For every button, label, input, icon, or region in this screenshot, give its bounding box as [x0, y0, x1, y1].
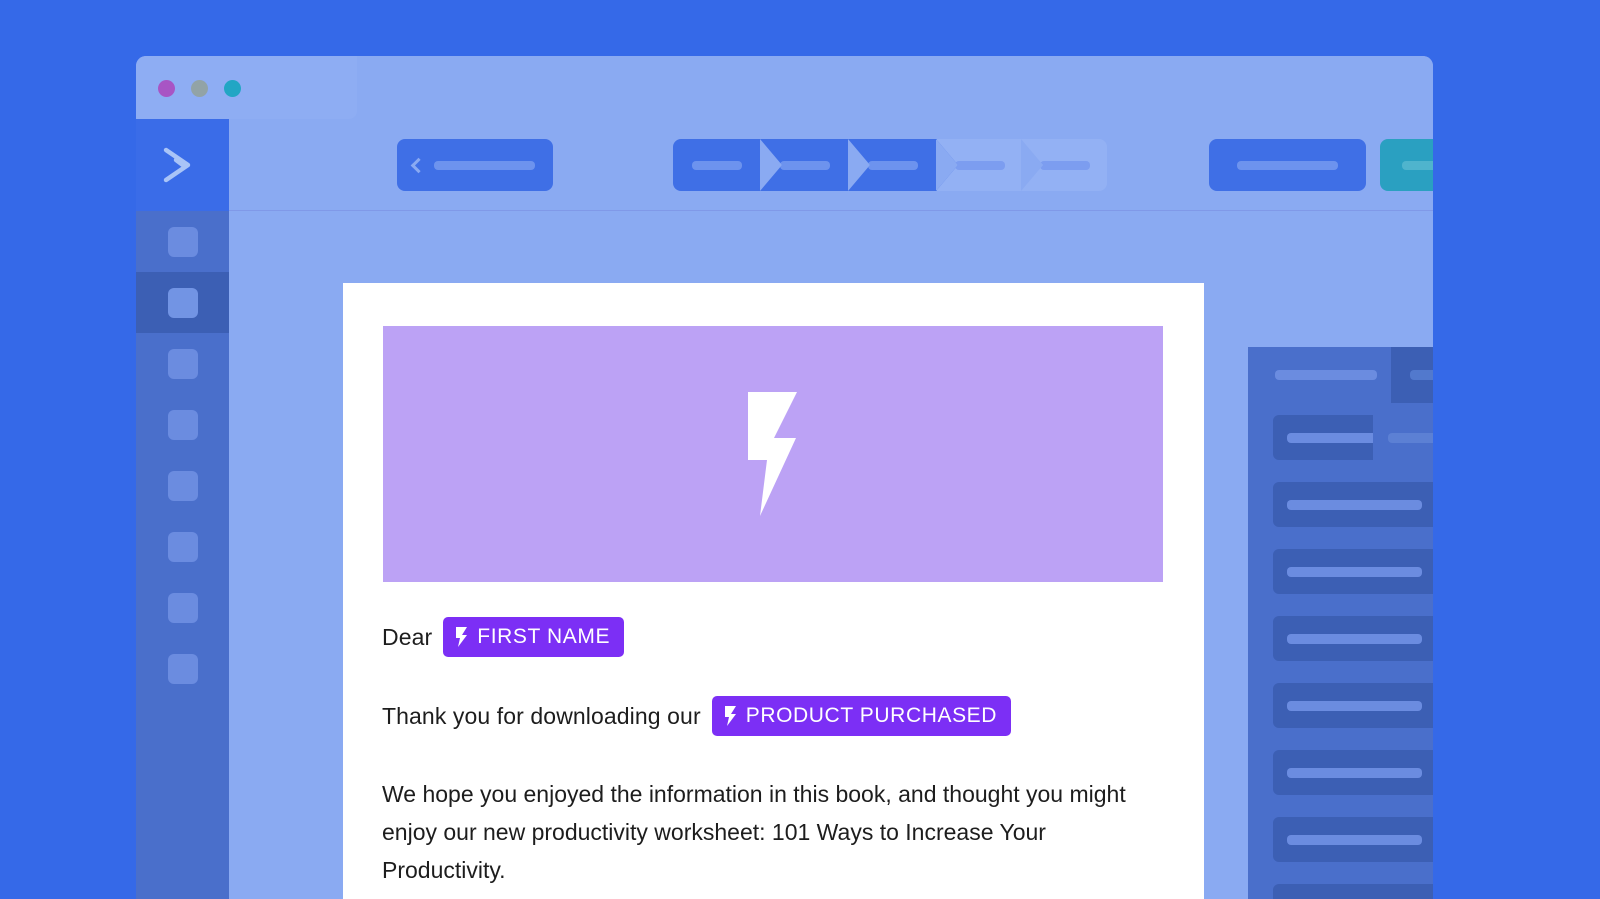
- stepper-step-2[interactable]: [760, 139, 870, 191]
- stepper-step-2-label: [780, 160, 830, 170]
- lightning-bolt-icon: [455, 627, 468, 647]
- lightning-bolt-icon: [744, 392, 802, 516]
- email-hero-image[interactable]: [383, 326, 1163, 582]
- panel-row-6-label: [1287, 767, 1422, 778]
- secondary-action-button[interactable]: [1209, 139, 1366, 191]
- primary-action-button[interactable]: [1380, 139, 1433, 191]
- sidebar-item-4[interactable]: [136, 394, 229, 455]
- panel-tab-content[interactable]: [1248, 347, 1391, 403]
- panel-row-list: [1248, 403, 1433, 899]
- square-placeholder-icon: [167, 287, 198, 318]
- square-placeholder-icon: [167, 653, 198, 684]
- email-thanks-line: Thank you for downloading our PRODUCT PU…: [382, 695, 1172, 737]
- panel-row-5[interactable]: [1273, 683, 1433, 728]
- sidebar-item-list: [136, 211, 229, 699]
- panel-row-6[interactable]: [1273, 750, 1433, 795]
- panel-row-8[interactable]: [1273, 884, 1433, 899]
- square-placeholder-icon: [167, 592, 198, 623]
- panel-tabs: [1248, 347, 1433, 403]
- stepper-step-1-label: [692, 160, 742, 170]
- window-controls: [158, 80, 241, 97]
- sidebar-item-2[interactable]: [136, 272, 229, 333]
- square-placeholder-icon: [167, 226, 198, 257]
- panel-row-4-label: [1287, 633, 1422, 644]
- editor-canvas: Dear FIRST NAME Thank you for downloadin…: [229, 211, 1433, 899]
- panel-tab-styles[interactable]: [1391, 347, 1433, 403]
- merge-tag-first-name[interactable]: FIRST NAME: [443, 617, 625, 657]
- secondary-action-label: [1237, 160, 1338, 170]
- email-body: Dear FIRST NAME Thank you for downloadin…: [382, 616, 1172, 889]
- progress-stepper: [673, 139, 1107, 191]
- panel-row-7-label: [1287, 834, 1422, 845]
- close-button[interactable]: [158, 80, 175, 97]
- panel-tab-content-label: [1275, 370, 1377, 380]
- chevron-left-icon: [410, 157, 427, 173]
- sidebar-item-1[interactable]: [136, 211, 229, 272]
- merge-tag-product-purchased-label: PRODUCT PURCHASED: [745, 704, 998, 727]
- sidebar-item-6[interactable]: [136, 516, 229, 577]
- merge-tag-first-name-label: FIRST NAME: [477, 625, 611, 648]
- greeting-prefix: Dear: [382, 623, 433, 650]
- stepper-step-5[interactable]: [1021, 139, 1107, 191]
- back-button-label: [434, 160, 535, 170]
- window-titlebar: [136, 56, 1433, 119]
- right-properties-panel: [1248, 347, 1433, 899]
- app-logo[interactable]: [136, 119, 229, 211]
- panel-row-1[interactable]: [1273, 415, 1433, 460]
- merge-tag-product-purchased[interactable]: PRODUCT PURCHASED: [711, 696, 1012, 736]
- maximize-button[interactable]: [224, 80, 241, 97]
- square-placeholder-icon: [167, 348, 198, 379]
- panel-row-7[interactable]: [1273, 817, 1433, 862]
- panel-row-2-label: [1287, 499, 1422, 510]
- email-paragraph[interactable]: We hope you enjoyed the information in t…: [382, 775, 1157, 889]
- panel-row-4[interactable]: [1273, 616, 1433, 661]
- email-greeting-line: Dear FIRST NAME: [382, 616, 1172, 658]
- sidebar-item-5[interactable]: [136, 455, 229, 516]
- stepper-step-4[interactable]: [936, 139, 1043, 191]
- panel-row-2[interactable]: [1273, 482, 1433, 527]
- browser-window: Dear FIRST NAME Thank you for downloadin…: [136, 56, 1433, 899]
- sidebar-item-3[interactable]: [136, 333, 229, 394]
- top-toolbar: [229, 119, 1433, 211]
- stepper-step-3[interactable]: [848, 139, 958, 191]
- panel-tab-styles-label: [1410, 370, 1433, 380]
- stepper-step-3-label: [868, 160, 918, 170]
- panel-row-1-secondary[interactable]: [1373, 415, 1433, 460]
- back-button[interactable]: [397, 139, 553, 191]
- email-preview-sheet[interactable]: Dear FIRST NAME Thank you for downloadin…: [343, 283, 1204, 899]
- activecampaign-chevron-logo-icon: [160, 145, 206, 185]
- square-placeholder-icon: [167, 470, 198, 501]
- left-sidebar: [136, 119, 229, 899]
- sidebar-item-7[interactable]: [136, 577, 229, 638]
- thanks-prefix: Thank you for downloading our: [382, 702, 701, 729]
- lightning-bolt-icon: [724, 706, 737, 726]
- square-placeholder-icon: [167, 531, 198, 562]
- primary-action-label: [1402, 160, 1433, 170]
- stepper-step-5-label: [1039, 160, 1090, 170]
- sidebar-item-8[interactable]: [136, 638, 229, 699]
- panel-row-5-label: [1287, 700, 1422, 711]
- panel-row-3-label: [1287, 566, 1422, 577]
- panel-row-1-secondary-label: [1388, 432, 1433, 443]
- panel-row-3[interactable]: [1273, 549, 1433, 594]
- minimize-button[interactable]: [191, 80, 208, 97]
- stepper-step-1[interactable]: [673, 139, 782, 191]
- stepper-step-4-label: [954, 160, 1005, 170]
- square-placeholder-icon: [167, 409, 198, 440]
